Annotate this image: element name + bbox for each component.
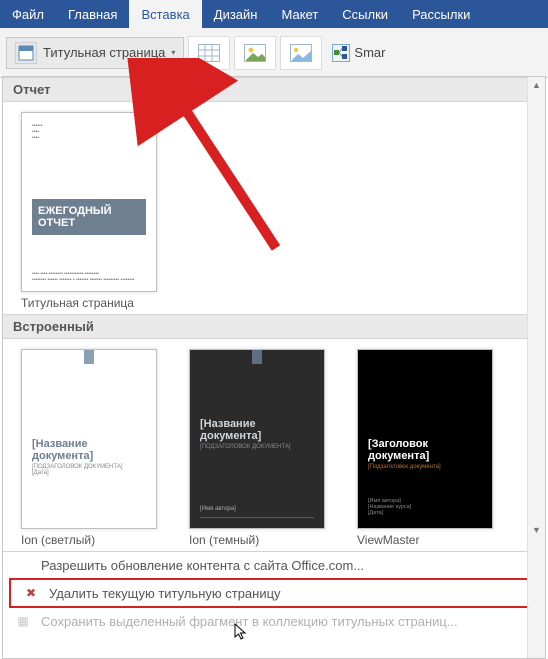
tab-layout[interactable]: Макет [269, 0, 330, 28]
report-thumb-line2: ОТЧЕТ [38, 217, 75, 229]
title-page-dropdown[interactable]: Титульная страница ▾ [6, 37, 184, 69]
gallery-footer-menu: Разрешить обновление контента с сайта Of… [3, 551, 545, 634]
title-page-gallery: ▲ ▼ Отчет •••••••••••••• ЕЖЕГОДНЫЙ ОТЧЕТ… [2, 76, 546, 659]
template-ion-dark-label: Ion (темный) [189, 533, 325, 547]
globe-icon [15, 557, 31, 573]
tab-home[interactable]: Главная [56, 0, 129, 28]
ribbon: Титульная страница ▾ Smar [0, 28, 548, 78]
section-builtin-header: Встроенный [3, 314, 545, 339]
vm-footer: [Имя автора][Название курса][Дата] [368, 498, 411, 516]
menu-save-selection-label: Сохранить выделенный фрагмент в коллекци… [41, 614, 458, 629]
ion-light-sub: [ПОДЗАГОЛОВОК ДОКУМЕНТА][Дата] [32, 464, 146, 476]
gallery-scrollbar[interactable]: ▲ ▼ [527, 77, 545, 658]
report-thumb-line1: ЕЖЕГОДНЫЙ [38, 205, 112, 217]
template-ion-light-label: Ion (светлый) [21, 533, 157, 547]
ion-dark-sub: [ПОДЗАГОЛОВОК ДОКУМЕНТА] [200, 444, 314, 450]
template-viewmaster-label: ViewMaster [357, 533, 493, 547]
template-viewmaster[interactable]: [Заголовок документа] [Подзаголовок доку… [357, 349, 493, 547]
template-report-label: Титульная страница [21, 296, 157, 310]
template-report[interactable]: •••••••••••••• ЕЖЕГОДНЫЙ ОТЧЕТ ФГ [Год] … [21, 112, 157, 310]
ion-light-title: [Название документа] [32, 438, 146, 462]
menu-remove-title-page-label: Удалить текущую титульную страницу [49, 586, 281, 601]
app-tabs: Файл Главная Вставка Дизайн Макет Ссылки… [0, 0, 548, 28]
smartart-button[interactable]: Smar [332, 44, 385, 62]
menu-save-selection: ▦ Сохранить выделенный фрагмент в коллек… [3, 608, 545, 634]
table-button[interactable] [188, 36, 230, 70]
smartart-label: Smar [354, 45, 385, 60]
picture-button[interactable] [234, 36, 276, 70]
template-ion-light[interactable]: [Название документа] [ПОДЗАГОЛОВОК ДОКУМ… [21, 349, 157, 547]
online-picture-button[interactable] [280, 36, 322, 70]
smartart-icon [332, 44, 350, 62]
scroll-down-icon[interactable]: ▼ [528, 522, 545, 538]
ion-dark-title: [Название документа] [200, 418, 314, 442]
menu-remove-title-page[interactable]: ✖ Удалить текущую титульную страницу [11, 580, 537, 606]
menu-allow-office-update-label: Разрешить обновление контента с сайта Of… [41, 558, 364, 573]
chevron-down-icon: ▾ [171, 48, 175, 57]
title-page-label: Титульная страница [43, 45, 165, 60]
section-report-header: Отчет [3, 77, 545, 102]
delete-icon: ✖ [23, 585, 39, 601]
tab-insert[interactable]: Вставка [129, 0, 201, 28]
tab-mailings[interactable]: Рассылки [400, 0, 482, 28]
vm-title: [Заголовок документа] [368, 438, 482, 462]
menu-allow-office-update[interactable]: Разрешить обновление контента с сайта Of… [3, 552, 545, 578]
tab-design[interactable]: Дизайн [202, 0, 270, 28]
save-icon: ▦ [15, 613, 31, 629]
vm-sub: [Подзаголовок документа] [368, 464, 482, 470]
tab-file[interactable]: Файл [0, 0, 56, 28]
template-ion-dark[interactable]: [Название документа] [ПОДЗАГОЛОВОК ДОКУМ… [189, 349, 325, 547]
tab-references[interactable]: Ссылки [330, 0, 400, 28]
scroll-up-icon[interactable]: ▲ [528, 77, 545, 93]
title-page-icon [15, 42, 37, 64]
